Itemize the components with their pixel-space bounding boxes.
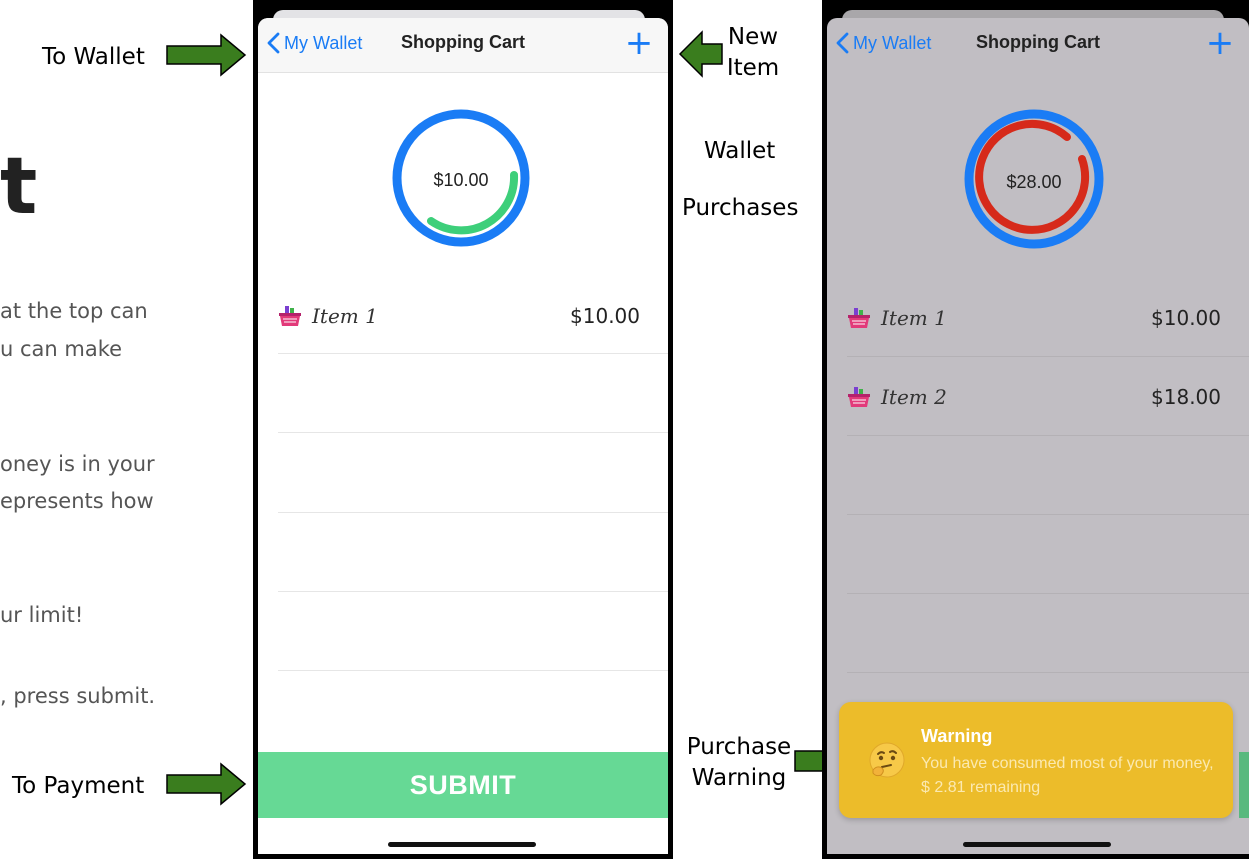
warning-title: Warning — [921, 726, 993, 746]
home-indicator — [963, 842, 1111, 847]
annotation-new-item-line2: Item — [726, 55, 780, 82]
slide-title-fragment: t — [0, 142, 38, 232]
row-divider — [847, 672, 1249, 673]
row-divider — [278, 432, 668, 433]
grocery-basket-icon — [848, 387, 870, 407]
item-price: $10.00 — [1151, 306, 1221, 330]
item-price: $10.00 — [570, 304, 640, 328]
grocery-basket-icon — [848, 308, 870, 328]
arrow-right-icon — [166, 762, 247, 806]
warning-message: You have consumed most of your money, $ … — [921, 755, 1214, 796]
list-item[interactable]: Item 1 $10.00 — [847, 279, 1249, 357]
row-divider — [278, 670, 668, 671]
annotation-to-wallet: To Wallet — [42, 44, 145, 70]
submit-button-edge — [1239, 752, 1249, 818]
navigation-bar: My Wallet Shopping Cart + — [258, 18, 668, 73]
slide-text-line: oney is in your — [0, 452, 155, 476]
list-item[interactable]: Item 2 $18.00 — [847, 358, 1249, 436]
row-divider — [278, 591, 668, 592]
annotation-purchase-warning-line2: Warning — [691, 765, 787, 792]
phone-screenshot-warning: My Wallet Shopping Cart + $28.00 Item 1 … — [822, 0, 1249, 859]
grocery-basket-icon — [279, 306, 301, 326]
annotation-purchase-warning-line1: Purchase — [686, 734, 792, 760]
navigation-bar: My Wallet Shopping Cart + — [827, 18, 1249, 72]
wallet-amount: $28.00 — [1006, 172, 1062, 192]
thinking-face-icon — [869, 742, 905, 778]
slide-text-line: u can make — [0, 337, 123, 361]
row-divider — [847, 593, 1249, 594]
cart-screen-with-warning: My Wallet Shopping Cart + $28.00 Item 1 … — [827, 18, 1249, 854]
row-divider — [847, 514, 1249, 515]
item-name: Item 1 — [881, 306, 947, 330]
item-name: Item 2 — [881, 385, 947, 409]
arrow-right-icon — [166, 33, 247, 77]
annotation-to-payment: To Payment — [12, 773, 145, 799]
submit-button[interactable]: SUBMIT — [258, 752, 668, 818]
row-divider — [847, 435, 1249, 436]
annotation-purchase-warning: Purchase Warning — [684, 732, 794, 794]
list-item[interactable]: Item 1 $10.00 — [278, 277, 668, 355]
add-item-button[interactable]: + — [624, 26, 654, 60]
annotation-wallet: Wallet — [704, 138, 776, 164]
slide-text-line: at the top can — [0, 299, 148, 323]
add-item-button[interactable]: + — [1205, 26, 1235, 60]
slide-text-line: , press submit. — [0, 684, 156, 708]
row-divider — [278, 512, 668, 513]
annotation-new-item-line1: New — [727, 24, 779, 50]
slide-text-line: ur limit! — [0, 603, 84, 627]
cart-screen: My Wallet Shopping Cart + $10.00 Item 1 … — [258, 18, 668, 854]
phone-screenshot-cart: My Wallet Shopping Cart + $10.00 Item 1 … — [253, 0, 673, 859]
purchase-warning-toast[interactable]: Warning You have consumed most of your m… — [839, 702, 1233, 818]
home-indicator — [388, 842, 536, 847]
wallet-amount: $10.00 — [433, 170, 489, 190]
slide-text-line: epresents how — [0, 489, 154, 513]
arrow-left-icon — [678, 30, 723, 78]
row-divider — [278, 353, 668, 354]
page-title: Shopping Cart — [401, 32, 525, 52]
annotation-purchases: Purchases — [682, 195, 799, 221]
row-divider — [847, 356, 1249, 357]
item-price: $18.00 — [1151, 385, 1221, 409]
annotation-new-item: New Item — [722, 22, 784, 84]
item-name: Item 1 — [312, 304, 378, 328]
page-title: Shopping Cart — [976, 32, 1100, 52]
